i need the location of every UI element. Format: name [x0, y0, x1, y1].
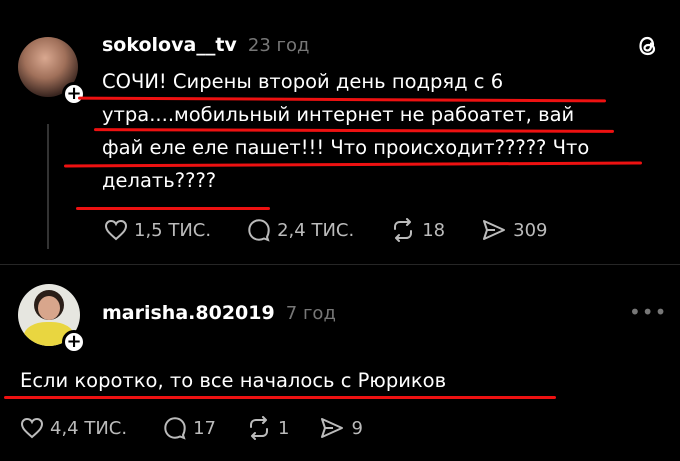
post-actions: 4,4 ТИС. 17 1 9	[20, 416, 399, 440]
username[interactable]: marisha.802019	[102, 302, 275, 324]
like-count: 1,5 ТИС.	[134, 219, 212, 241]
share-count: 9	[351, 417, 363, 439]
username[interactable]: sokolova__tv	[102, 34, 237, 56]
post-header: marisha.802019 7 год	[102, 302, 336, 324]
repost-icon	[394, 218, 413, 242]
post-text-line: делать????	[102, 169, 217, 192]
share-button[interactable]: 9	[319, 416, 363, 440]
post-header: sokolova__tv 23 год	[102, 34, 309, 56]
annotation-underline	[4, 396, 556, 399]
post-text: Если коротко, то все началось с Рюриков	[20, 369, 447, 392]
follow-plus-button[interactable]: +	[62, 82, 86, 106]
timestamp: 23 год	[247, 35, 310, 56]
comment-icon	[248, 219, 270, 242]
repost-button[interactable]: 18	[390, 218, 445, 242]
post-text-line: СОЧИ! Сирены второй день подряд с 6	[102, 70, 504, 93]
like-count: 4,4 ТИС.	[50, 417, 128, 439]
heart-icon	[20, 417, 44, 439]
send-icon	[321, 418, 344, 438]
repost-count: 18	[422, 219, 446, 241]
heart-icon	[104, 219, 128, 241]
like-button[interactable]: 1,5 ТИС.	[104, 219, 211, 241]
thread-connector	[47, 124, 49, 249]
post-text-line: утра....мобильный интернет не рабоатет, …	[102, 103, 575, 126]
send-icon	[483, 220, 506, 240]
repost-button[interactable]: 1	[246, 416, 289, 440]
reply-count: 2,4 ТИС.	[277, 219, 355, 241]
reply-button[interactable]: 17	[163, 416, 216, 440]
repost-icon	[250, 416, 269, 440]
threads-logo-icon[interactable]	[636, 34, 660, 58]
annotation-underline	[76, 207, 270, 210]
post-text-line: фай еле еле пашет!!! Что происходит?????…	[102, 136, 590, 159]
share-count: 309	[513, 219, 548, 241]
post-actions: 1,5 ТИС. 2,4 ТИС. 18 309	[104, 218, 583, 242]
follow-plus-button[interactable]: +	[62, 330, 86, 354]
reply-count: 17	[193, 417, 217, 439]
share-button[interactable]: 309	[481, 218, 547, 242]
like-button[interactable]: 4,4 ТИС.	[20, 417, 127, 439]
more-options-icon[interactable]: •••	[629, 302, 667, 322]
repost-count: 1	[278, 417, 290, 439]
divider	[0, 264, 680, 265]
comment-icon	[164, 417, 186, 440]
reply-button[interactable]: 2,4 ТИС.	[247, 218, 354, 242]
timestamp: 7 год	[285, 303, 336, 324]
